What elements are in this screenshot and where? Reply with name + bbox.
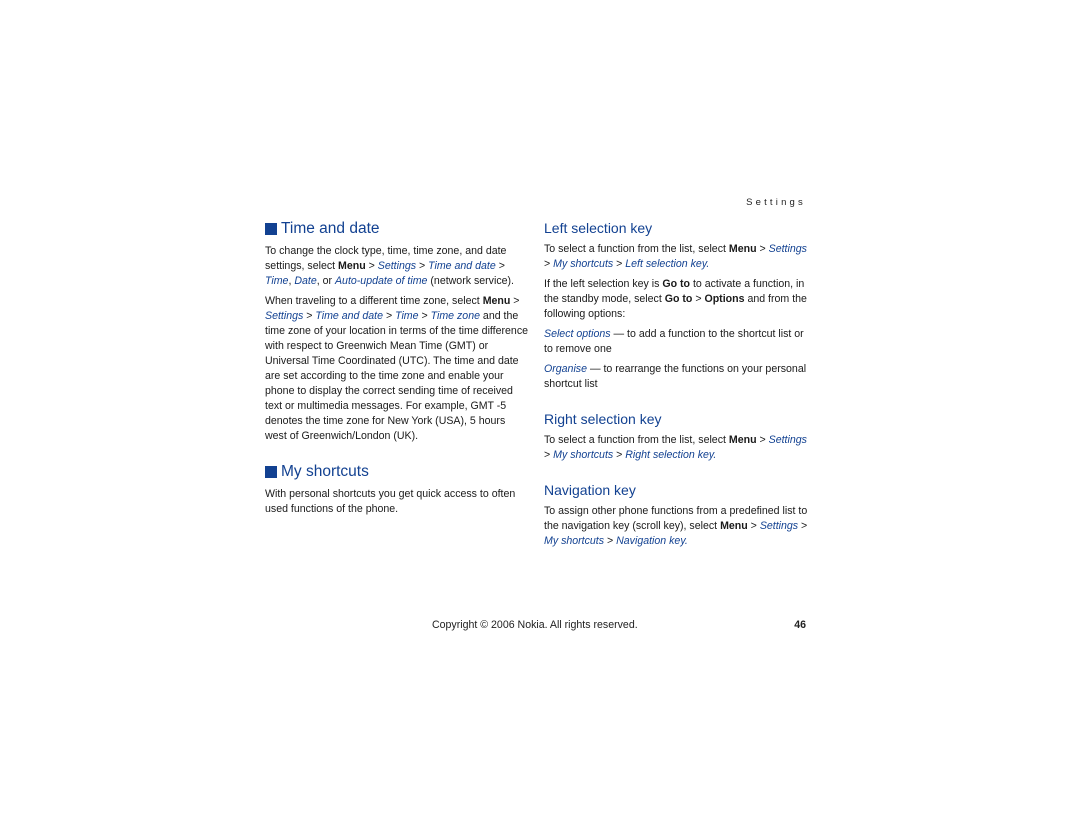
path-settings: Settings — [768, 434, 807, 446]
paragraph-time-and-date-1: To change the clock type, time, time zon… — [265, 244, 529, 289]
heading-text: Time and date — [281, 220, 380, 237]
path-navigation-key: Navigation key — [616, 535, 685, 547]
path-time: Time — [265, 275, 289, 287]
subheading-right-selection-key: Right selection key — [544, 411, 662, 427]
menu-term: Menu — [728, 434, 757, 446]
path-settings: Settings — [759, 520, 799, 532]
separator: > — [756, 243, 769, 255]
paragraph-right-selection-key: To select a function from the list, sele… — [544, 433, 808, 463]
separator: > — [798, 520, 808, 532]
text: If the left selection key is — [544, 278, 663, 290]
separator: > — [613, 449, 626, 461]
path-time-and-date: Time and date — [428, 260, 496, 272]
text: To select a function from the list, sele… — [544, 243, 729, 255]
options-term: Options — [704, 293, 745, 305]
heading-text: My shortcuts — [281, 463, 369, 480]
paragraph-left-selection-key-1: To select a function from the list, sele… — [544, 242, 808, 272]
section-square-icon — [265, 223, 277, 235]
path-my-shortcuts: My shortcuts — [544, 535, 605, 547]
subheading-left-selection-key: Left selection key — [544, 220, 653, 236]
text: To select a function from the list, sele… — [544, 434, 729, 446]
option-item-select-options: Select options — to add a function to th… — [544, 327, 808, 357]
separator: > — [747, 520, 760, 532]
go-to-term: Go to — [662, 278, 691, 290]
left-column: Time and date To change the clock type, … — [265, 218, 529, 522]
path-auto-update: Auto-update of time — [334, 275, 428, 287]
separator: > — [756, 434, 769, 446]
text: . — [706, 258, 710, 270]
section-heading-my-shortcuts: My shortcuts — [265, 463, 529, 481]
paragraph-left-selection-key-2: If the left selection key is Go to to ac… — [544, 277, 808, 322]
path-settings: Settings — [768, 243, 807, 255]
page-number: 46 — [794, 619, 806, 631]
separator: > — [418, 310, 431, 322]
text: . — [713, 449, 717, 461]
separator: > — [544, 449, 554, 461]
separator: > — [416, 260, 429, 272]
path-settings: Settings — [377, 260, 417, 272]
separator: > — [365, 260, 378, 272]
copyright-footer: Copyright © 2006 Nokia. All rights reser… — [432, 619, 638, 631]
path-right-selection-key: Right selection key — [625, 449, 714, 461]
path-my-shortcuts: My shortcuts — [553, 449, 614, 461]
path-date: Date — [294, 275, 317, 287]
separator: > — [692, 293, 705, 305]
go-to-term: Go to — [664, 293, 693, 305]
path-time: Time — [395, 310, 419, 322]
text: When traveling to a different time zone,… — [265, 295, 483, 307]
separator: > — [613, 258, 626, 270]
running-header: Settings — [746, 197, 806, 208]
section-heading-time-and-date: Time and date — [265, 220, 529, 238]
subheading-navigation-key: Navigation key — [544, 482, 636, 498]
menu-term: Menu — [720, 520, 748, 532]
option-item-organise: Organise — to rearrange the functions on… — [544, 362, 808, 392]
path-time-and-date: Time and date — [315, 310, 383, 322]
separator: > — [544, 258, 554, 270]
menu-term: Menu — [728, 243, 757, 255]
text: , or — [316, 275, 335, 287]
paragraph-my-shortcuts: With personal shortcuts you get quick ac… — [265, 488, 516, 515]
path-left-selection-key: Left selection key — [625, 258, 707, 270]
option-name: Organise — [544, 363, 587, 375]
separator: > — [604, 535, 617, 547]
path-time-zone: Time zone — [430, 310, 480, 322]
option-name: Select options — [544, 328, 611, 340]
paragraph-navigation-key: To assign other phone functions from a p… — [544, 504, 808, 549]
path-my-shortcuts: My shortcuts — [553, 258, 614, 270]
text: . — [684, 535, 688, 547]
separator: > — [510, 295, 520, 307]
text: (network service). — [427, 275, 514, 287]
menu-term: Menu — [338, 260, 366, 272]
separator: > — [383, 310, 396, 322]
separator: > — [495, 260, 505, 272]
right-column: Left selection key To select a function … — [544, 218, 808, 554]
path-settings: Settings — [265, 310, 304, 322]
menu-term: Menu — [482, 295, 511, 307]
section-square-icon — [265, 466, 277, 478]
separator: > — [303, 310, 316, 322]
text: and the time zone of your location in te… — [265, 310, 529, 442]
paragraph-time-and-date-2: When traveling to a different time zone,… — [265, 294, 529, 444]
